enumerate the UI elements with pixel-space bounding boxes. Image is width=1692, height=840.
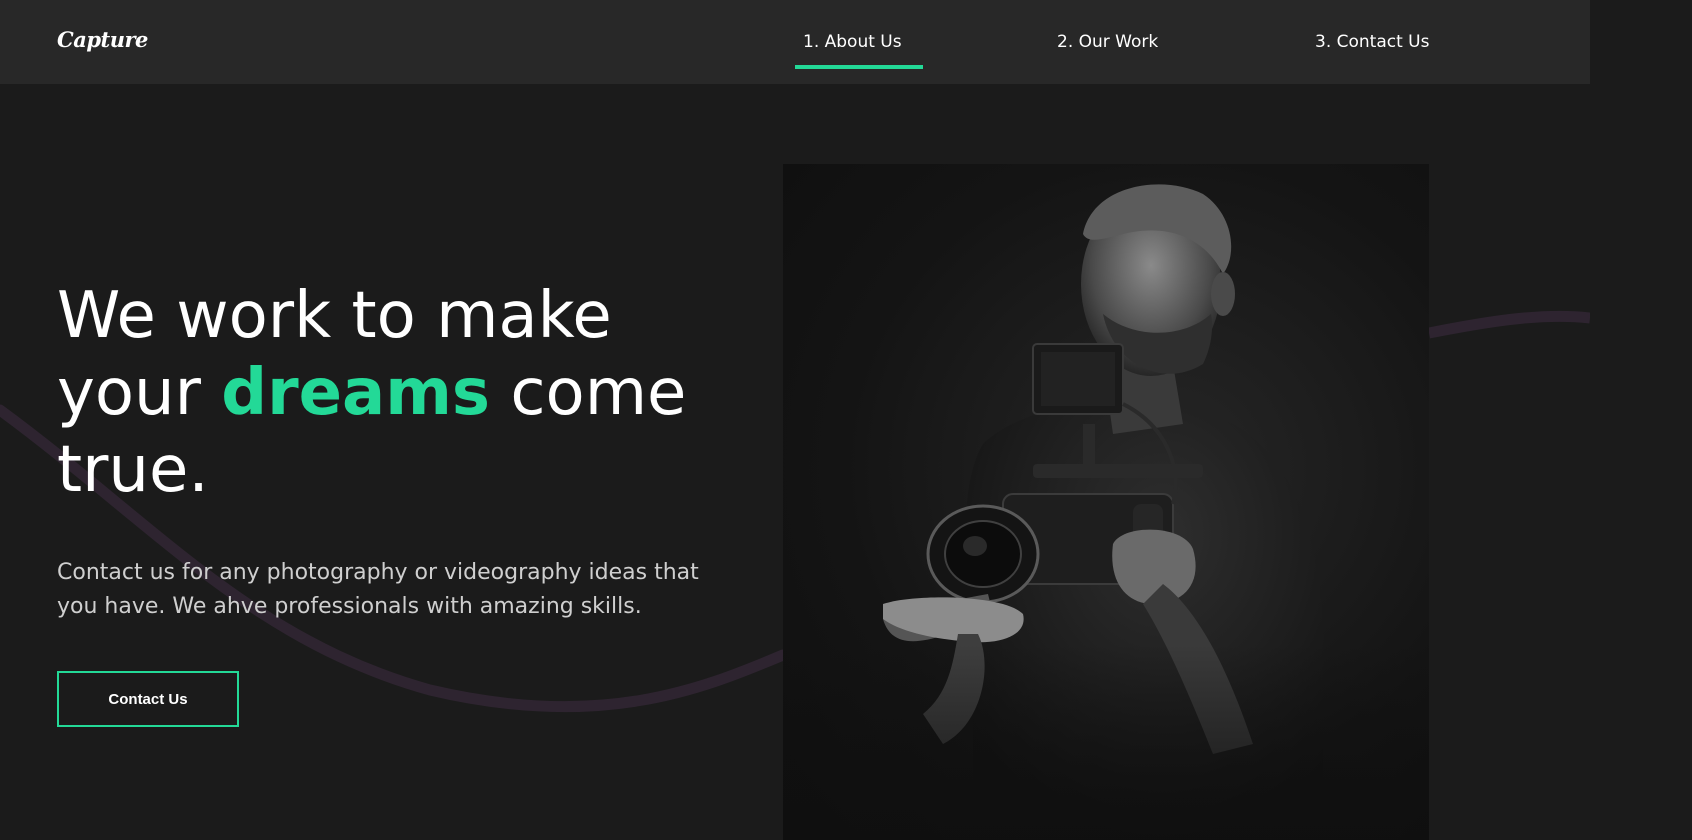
hero-title-prefix: your [57, 356, 222, 430]
hero-title-accent: dreams [221, 356, 490, 430]
hero-description-line-1: Contact us for any photography or videog… [57, 560, 699, 585]
hero-title-line-1: We work to make [57, 279, 612, 353]
hero-description: Contact us for any photography or videog… [57, 556, 699, 624]
hero-title-suffix: come [490, 356, 687, 430]
contact-us-button[interactable]: Contact Us [57, 671, 239, 727]
page: Capture 1. About Us 2. Our Work 3. Conta… [0, 0, 1590, 840]
viewport: Capture 1. About Us 2. Our Work 3. Conta… [0, 0, 1692, 840]
active-nav-indicator [795, 65, 923, 69]
hero-description-line-2: you have. We ahve professionals with ama… [57, 594, 642, 619]
top-nav: Capture 1. About Us 2. Our Work 3. Conta… [0, 0, 1590, 84]
hero-title: We work to make your dreams come true. [57, 278, 737, 509]
logo[interactable]: Capture [57, 27, 148, 52]
nav-link-contact-us[interactable]: 3. Contact Us [1315, 32, 1429, 52]
hero-photo [783, 164, 1429, 840]
nav-link-about-us[interactable]: 1. About Us [803, 32, 902, 52]
hero-title-line-3: true. [57, 433, 209, 507]
nav-link-our-work[interactable]: 2. Our Work [1057, 32, 1158, 52]
videographer-illustration [783, 184, 1429, 840]
hero-title-line-2: your dreams come [57, 355, 737, 432]
right-gutter [1590, 0, 1692, 840]
